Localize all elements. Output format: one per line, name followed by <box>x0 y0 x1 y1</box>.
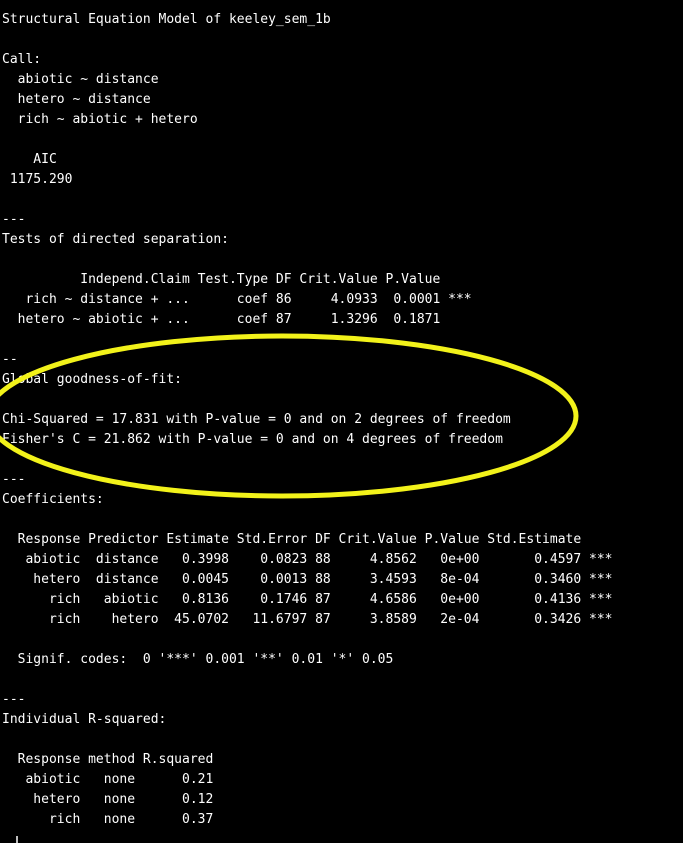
terminal-line: rich hetero 45.0702 11.6797 87 3.8589 2e… <box>2 612 613 627</box>
terminal-line: hetero none 0.12 <box>2 792 214 807</box>
terminal-line: hetero ~ distance <box>2 92 151 107</box>
text-cursor <box>16 836 18 843</box>
terminal-line: Signif. codes: 0 '***' 0.001 '**' 0.01 '… <box>2 652 394 667</box>
terminal-line: Call: <box>2 52 42 67</box>
terminal-line: 1175.290 <box>2 172 73 187</box>
terminal-line: Individual R-squared: <box>2 712 167 727</box>
terminal-line: rich ~ abiotic + hetero <box>2 112 198 127</box>
terminal-line: --- <box>2 692 26 707</box>
terminal-line: hetero distance 0.0045 0.0013 88 3.4593 … <box>2 572 613 587</box>
terminal-line: rich abiotic 0.8136 0.1746 87 4.6586 0e+… <box>2 592 613 607</box>
terminal-output: Structural Equation Model of keeley_sem_… <box>0 0 683 843</box>
terminal-line: Tests of directed separation: <box>2 232 229 247</box>
terminal-line: -- <box>2 352 18 367</box>
terminal-line: --- <box>2 472 26 487</box>
terminal-line: Independ.Claim Test.Type DF Crit.Value P… <box>2 272 480 287</box>
terminal-line: Response method R.squared <box>2 752 214 767</box>
terminal-line: abiotic distance 0.3998 0.0823 88 4.8562… <box>2 552 613 567</box>
terminal-line: Chi-Squared = 17.831 with P-value = 0 an… <box>2 412 511 427</box>
terminal-line: Fisher's C = 21.862 with P-value = 0 and… <box>2 432 503 447</box>
terminal-line: abiotic ~ distance <box>2 72 159 87</box>
terminal-line: Coefficients: <box>2 492 104 507</box>
terminal-line: --- <box>2 212 26 227</box>
terminal-line: hetero ~ abiotic + ... coef 87 1.3296 0.… <box>2 312 472 327</box>
terminal-line: AIC <box>2 152 57 167</box>
terminal-line: abiotic none 0.21 <box>2 772 214 787</box>
terminal-line: Response Predictor Estimate Std.Error DF… <box>2 532 613 547</box>
terminal-line: rich none 0.37 <box>2 812 214 827</box>
terminal-line: rich ~ distance + ... coef 86 4.0933 0.0… <box>2 292 472 307</box>
terminal-line: Global goodness-of-fit: <box>2 372 183 387</box>
terminal-line: Structural Equation Model of keeley_sem_… <box>2 12 331 27</box>
